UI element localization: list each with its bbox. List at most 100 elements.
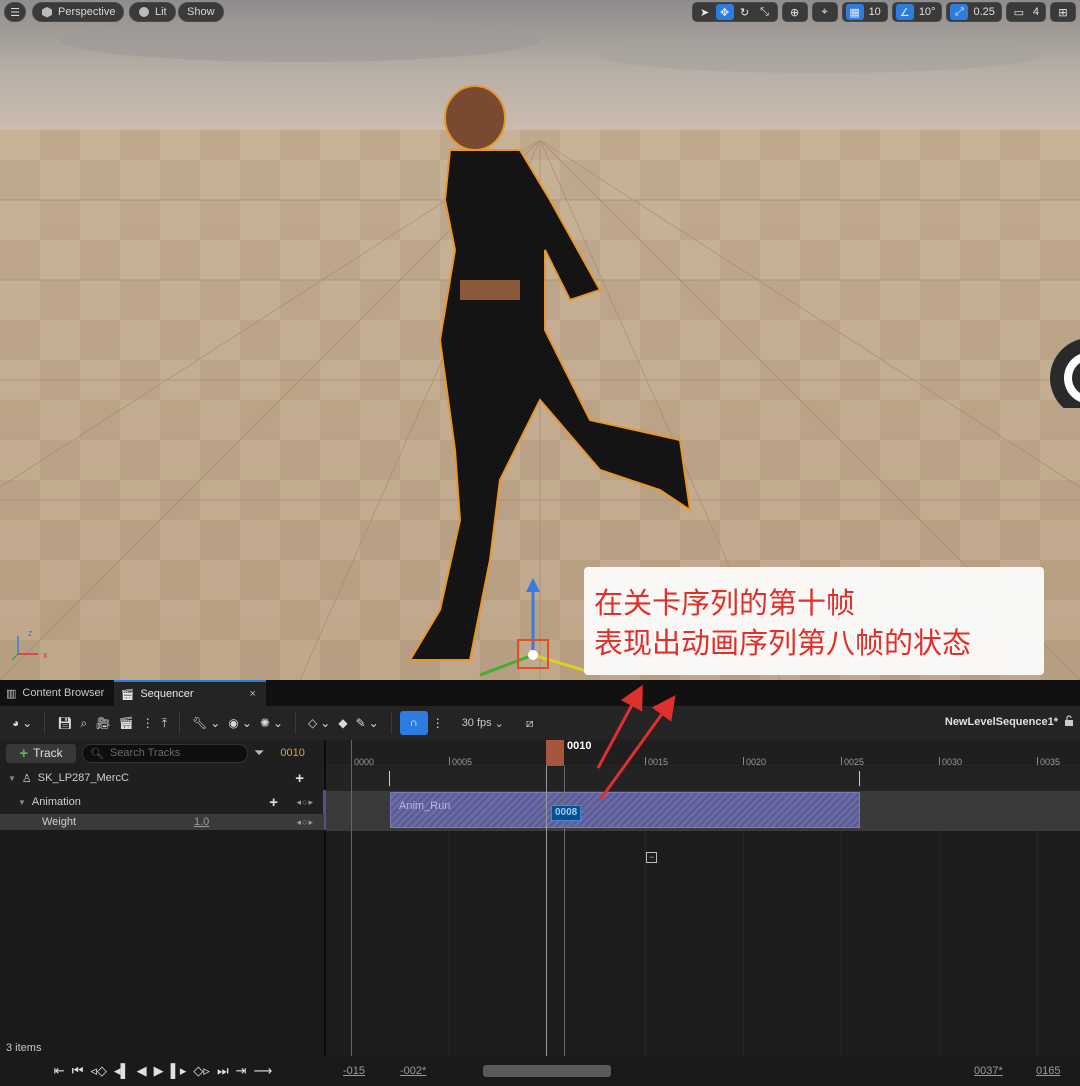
animation-section-clip[interactable]: Anim_Run	[390, 792, 860, 828]
playhead-handle[interactable]	[546, 740, 564, 766]
object-track-lane[interactable]	[326, 767, 1080, 791]
step-forward-key-icon[interactable]: ⏭	[217, 1063, 229, 1079]
movie-camera-icon: 🎥︎	[95, 716, 111, 730]
snap-toggle-button[interactable]: ∩	[399, 711, 428, 735]
key-navigation[interactable]: ◂○▸	[297, 797, 314, 808]
framerate-dropdown[interactable]: 30 fps ⌄	[462, 710, 504, 736]
transport-controls: ⇤ ⏮ ◃◇ ◂▌ ◀ ▶ ▌▸ ◇▹ ⏭ ⇥ ⟶	[0, 1056, 326, 1086]
next-key-icon[interactable]: ◇▹	[193, 1063, 210, 1079]
rotation-snap-group[interactable]: ∠ 10°	[891, 2, 943, 22]
scale-snap-value: 0.25	[973, 6, 995, 18]
prev-key-icon[interactable]: ◃◇	[90, 1063, 107, 1079]
range-end-field[interactable]: 0165	[1036, 1065, 1060, 1077]
step-back-key-icon[interactable]: ⏮	[72, 1063, 84, 1079]
timeline-scrollbar[interactable]	[483, 1065, 611, 1077]
sequencer-timeline[interactable]: 0000 0005 0015 0020 0025 0030 0035 Anim_…	[326, 740, 1080, 1056]
expand-caret-icon[interactable]: ▼	[8, 774, 16, 783]
tools-dropdown[interactable]: 🔧︎ ⌄	[192, 710, 220, 736]
viewport-right-toolbar: ➤ ✥ ↻ ⤡ ⊕ ⌖ ▦ 10 ∠ 10° ⤢ 0.25 ▭ 4 ⊞	[691, 2, 1076, 22]
layout-button[interactable]: ⊞	[1050, 2, 1076, 22]
search-tracks-input[interactable]	[109, 747, 240, 759]
level-viewport[interactable]: z x ☰ Perspective Lit Show ➤ ✥ ↻ ⤡ ⊕ ⌖ ▦…	[0, 0, 1080, 680]
rotate-mode-icon[interactable]: ↻	[736, 4, 754, 20]
surface-snap-icon: ⌖	[821, 5, 828, 18]
world-settings-dropdown[interactable]: ◕ ⌄	[12, 710, 32, 736]
snap-options-button[interactable]: ⋮	[432, 710, 444, 736]
weight-value-field[interactable]: 1.0	[194, 816, 209, 828]
play-reverse-icon[interactable]: ◀	[137, 1063, 147, 1079]
clapper-button[interactable]: 🎬︎	[119, 710, 134, 736]
perspective-button[interactable]: Perspective	[32, 2, 125, 22]
grid-snap-group[interactable]: ▦ 10	[841, 2, 888, 22]
world-icon: ◕	[12, 716, 20, 730]
loop-icon[interactable]: ⟶	[254, 1063, 273, 1079]
surface-snap-toggle[interactable]: ⌖	[811, 2, 838, 22]
key-navigation[interactable]: ◂○▸	[297, 817, 314, 828]
viewport-navigation-dial[interactable]	[1030, 318, 1080, 408]
find-in-browser-button[interactable]: ⌕	[81, 710, 88, 736]
ruler-tick	[1037, 757, 1038, 765]
lit-button[interactable]: Lit	[129, 2, 176, 22]
current-frame-field[interactable]: 0010	[280, 747, 304, 759]
ruler-tick-label: 0030	[942, 757, 963, 767]
annotation-callout: 在关卡序列的第十帧 表现出动画序列第八帧的状态	[584, 567, 1044, 675]
render-movie-button[interactable]: 🎥︎	[95, 710, 110, 736]
camera-speed-group[interactable]: ▭ 4	[1005, 2, 1046, 22]
lighting-icon	[138, 6, 150, 18]
add-track-button[interactable]: + Track	[6, 743, 76, 763]
chevron-down-icon: ⌄	[210, 716, 221, 730]
add-subtrack-button[interactable]: +	[295, 770, 304, 787]
ruler-tick	[939, 757, 940, 765]
add-animation-button[interactable]: +	[269, 794, 278, 811]
weight-label: Weight	[42, 816, 77, 828]
show-button[interactable]: Show	[178, 2, 224, 22]
scale-mode-icon[interactable]: ⤡	[756, 4, 774, 20]
ruler-tick-label: 0025	[844, 757, 865, 767]
view-end-field[interactable]: 0037*	[974, 1065, 1003, 1077]
save-button[interactable]: 💾︎	[57, 710, 72, 736]
lock-icon[interactable]	[1064, 715, 1074, 727]
fps-label: 30 fps	[461, 717, 492, 729]
translate-mode-icon[interactable]: ✥	[715, 4, 734, 20]
jump-to-start-icon[interactable]: ⇤	[54, 1063, 65, 1079]
toolbar-divider	[179, 712, 181, 734]
ruler-tick-label: 0035	[1040, 757, 1061, 767]
auto-key-button[interactable]: ◆	[338, 710, 347, 736]
world-local-toggle[interactable]: ⊕	[781, 2, 808, 22]
scale-snap-icon: ⤢	[950, 4, 969, 20]
more-options-button[interactable]: ⋮	[142, 710, 154, 736]
tab-sequencer[interactable]: 🎬︎ Sequencer ×	[114, 680, 266, 706]
view-start-field[interactable]: -002*	[400, 1065, 426, 1077]
tab-content-browser[interactable]: ▥ Content Browser	[0, 680, 114, 706]
play-icon[interactable]: ▶	[154, 1063, 164, 1079]
step-back-frame-icon[interactable]: ◂▌	[114, 1063, 130, 1079]
viewport-menu-button[interactable]: ☰	[4, 2, 26, 22]
edit-mode-dropdown[interactable]: ✎ ⌄	[356, 710, 379, 736]
expand-caret-icon[interactable]: ▼	[18, 798, 26, 807]
curve-editor-button[interactable]: ⧄	[526, 710, 534, 736]
range-start-field[interactable]: -015	[343, 1065, 365, 1077]
step-forward-frame-icon[interactable]: ▌▸	[171, 1063, 187, 1079]
playback-options-dropdown[interactable]: ✺ ⌄	[260, 710, 283, 736]
jump-to-end-icon[interactable]: ⇥	[236, 1063, 247, 1079]
scale-snap-group[interactable]: ⤢ 0.25	[946, 2, 1002, 22]
actions-button[interactable]: ⤒	[162, 710, 167, 736]
ruler-tick-label: 0005	[452, 757, 473, 767]
cube-icon	[41, 6, 53, 18]
search-tracks-field[interactable]: 🔍︎	[82, 743, 248, 763]
playback-start-marker[interactable]	[351, 740, 352, 1056]
track-row-weight[interactable]: Weight 1.0 ◂○▸	[0, 814, 324, 830]
collapse-icon[interactable]: −	[646, 852, 657, 863]
track-row-object[interactable]: ▼ ♙ SK_LP287_MercC +	[0, 766, 324, 790]
lit-label: Lit	[155, 6, 167, 18]
time-ruler[interactable]: 0000 0005 0015 0020 0025 0030 0035	[326, 740, 1080, 767]
track-row-animation[interactable]: ▼ Animation + ◂○▸	[0, 790, 326, 830]
ruler-tick	[645, 757, 646, 765]
view-options-dropdown[interactable]: ◉ ⌄	[228, 710, 252, 736]
close-tab-icon[interactable]: ×	[250, 688, 256, 700]
select-mode-icon[interactable]: ➤	[696, 4, 714, 20]
filter-icon[interactable]: ⏷	[254, 745, 264, 761]
grid-line	[645, 831, 646, 1056]
key-interp-dropdown[interactable]: ◇ ⌄	[308, 710, 330, 736]
ruler-tick	[449, 757, 450, 765]
